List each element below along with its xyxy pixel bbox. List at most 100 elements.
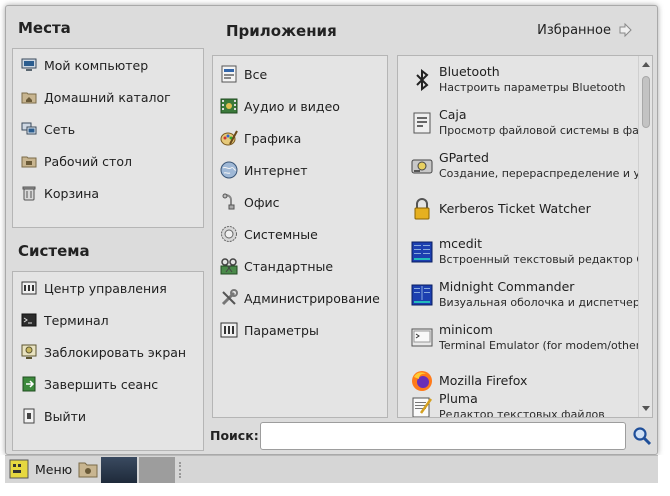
places-title: Места <box>18 19 71 37</box>
app-item-caja[interactable]: Caja Просмотр файловой системы в файл… <box>398 101 652 144</box>
categories-panel: Все Аудио и видео Графика Интернет Офис <box>212 55 388 418</box>
trash-icon <box>20 184 38 202</box>
terminal-icon <box>20 311 38 329</box>
search-input[interactable] <box>260 422 626 450</box>
accessories-icon <box>220 257 238 275</box>
places-item-network[interactable]: Сеть <box>13 113 203 145</box>
applications-scrollbar[interactable] <box>638 56 652 417</box>
category-all[interactable]: Все <box>213 58 387 90</box>
system-title: Система <box>18 242 90 260</box>
app-name: Midnight Commander <box>439 279 575 294</box>
home-folder-launcher-icon[interactable] <box>78 460 98 478</box>
places-item-desktop[interactable]: Рабочий стол <box>13 145 203 177</box>
menu-button[interactable]: Меню <box>9 459 72 479</box>
scroll-down-arrow-icon[interactable] <box>642 406 650 411</box>
app-description: Визуальная оболочка и диспетчер … <box>439 296 652 309</box>
internet-icon <box>220 161 238 179</box>
administration-icon <box>220 289 238 307</box>
app-name: mcedit <box>439 236 483 251</box>
app-name: GParted <box>439 150 489 165</box>
category-label: Интернет <box>244 162 308 178</box>
app-description: Редактор текстовых файлов <box>439 408 605 418</box>
system-item-label: Центр управления <box>44 280 167 296</box>
pluma-icon <box>411 396 433 417</box>
app-item-midnight-commander[interactable]: Midnight Commander Визуальная оболочка и… <box>398 273 652 316</box>
category-multimedia[interactable]: Аудио и видео <box>213 90 387 122</box>
app-name: minicom <box>439 322 493 337</box>
category-label: Офис <box>244 194 280 210</box>
preferences-icon <box>220 321 238 339</box>
computer-icon <box>20 56 38 74</box>
graphics-icon <box>220 129 238 147</box>
bottom-panel: Меню <box>5 455 658 483</box>
app-description: Создание, перераспределение и уд… <box>439 167 652 180</box>
places-item-home[interactable]: Домашний каталог <box>13 81 203 113</box>
caja-icon <box>411 112 433 134</box>
system-item-control-center[interactable]: Центр управления <box>13 272 203 304</box>
favorites-button[interactable]: Избранное <box>537 22 633 38</box>
category-system-tools[interactable]: Системные <box>213 218 387 250</box>
places-panel: Мой компьютер Домашний каталог Сеть Рабо… <box>12 48 204 228</box>
logout-icon <box>20 375 38 393</box>
category-label: Стандартные <box>244 258 334 274</box>
search-icon[interactable] <box>632 426 652 446</box>
app-description: Встроенный текстовый редактор G… <box>439 253 652 266</box>
app-item-kerberos[interactable]: Kerberos Ticket Watcher <box>398 187 652 230</box>
places-item-label: Рабочий стол <box>44 153 132 169</box>
app-description: Terminal Emulator (for modem/other … <box>439 339 652 352</box>
main-menu-window: Места Мой компьютер Домашний каталог Сет… <box>5 5 658 455</box>
lock-screen-icon <box>20 343 38 361</box>
app-item-minicom[interactable]: minicom Terminal Emulator (for modem/oth… <box>398 316 652 359</box>
category-label: Системные <box>244 226 318 242</box>
scrollbar-thumb[interactable] <box>642 76 650 128</box>
system-item-label: Завершить сеанс <box>44 376 159 392</box>
favorites-label: Избранное <box>537 22 611 38</box>
workspace-2[interactable] <box>139 457 175 483</box>
app-item-pluma[interactable]: Pluma Редактор текстовых файлов <box>398 385 652 418</box>
places-item-computer[interactable]: Мой компьютер <box>13 49 203 81</box>
app-item-bluetooth[interactable]: Bluetooth Настроить параметры Bluetooth <box>398 58 652 101</box>
system-item-logout[interactable]: Завершить сеанс <box>13 368 203 400</box>
category-label: Графика <box>244 130 302 146</box>
category-office[interactable]: Офис <box>213 186 387 218</box>
category-label: Параметры <box>244 322 319 338</box>
app-name: Pluma <box>439 391 478 406</box>
system-item-lock-screen[interactable]: Заблокировать экран <box>13 336 203 368</box>
places-item-label: Корзина <box>44 185 100 201</box>
places-item-label: Мой компьютер <box>44 57 149 73</box>
workspace-1[interactable] <box>101 457 137 483</box>
bluetooth-icon <box>411 68 433 91</box>
office-icon <box>220 193 238 211</box>
places-item-trash[interactable]: Корзина <box>13 177 203 209</box>
category-administration[interactable]: Администрирование <box>213 282 387 314</box>
app-item-mcedit[interactable]: mcedit Встроенный текстовый редактор G… <box>398 230 652 273</box>
mcedit-icon <box>411 241 433 263</box>
app-name: Caja <box>439 107 467 122</box>
system-item-label: Терминал <box>44 312 109 328</box>
places-item-label: Сеть <box>44 121 76 137</box>
category-label: Администрирование <box>244 290 380 306</box>
menu-logo-icon <box>9 459 29 479</box>
control-center-icon <box>20 279 38 297</box>
scroll-up-arrow-icon[interactable] <box>642 62 650 67</box>
midnight-commander-icon <box>411 284 433 306</box>
app-name: Kerberos Ticket Watcher <box>439 200 591 216</box>
all-apps-icon <box>220 65 238 83</box>
category-accessories[interactable]: Стандартные <box>213 250 387 282</box>
category-internet[interactable]: Интернет <box>213 154 387 186</box>
system-item-label: Заблокировать экран <box>44 344 187 360</box>
category-preferences[interactable]: Параметры <box>213 314 387 346</box>
category-label: Аудио и видео <box>244 98 340 114</box>
app-item-gparted[interactable]: GParted Создание, перераспределение и уд… <box>398 144 652 187</box>
places-item-label: Домашний каталог <box>44 89 171 105</box>
arrow-right-icon <box>619 22 632 38</box>
search-label: Поиск: <box>210 428 259 443</box>
panel-drag-handle[interactable] <box>179 462 182 478</box>
category-label: Все <box>244 66 268 82</box>
system-item-shutdown[interactable]: Выйти <box>13 400 203 432</box>
system-item-label: Выйти <box>44 408 86 424</box>
applications-list-panel[interactable]: Bluetooth Настроить параметры Bluetooth … <box>397 55 653 418</box>
category-graphics[interactable]: Графика <box>213 122 387 154</box>
system-item-terminal[interactable]: Терминал <box>13 304 203 336</box>
system-tools-icon <box>220 225 238 243</box>
